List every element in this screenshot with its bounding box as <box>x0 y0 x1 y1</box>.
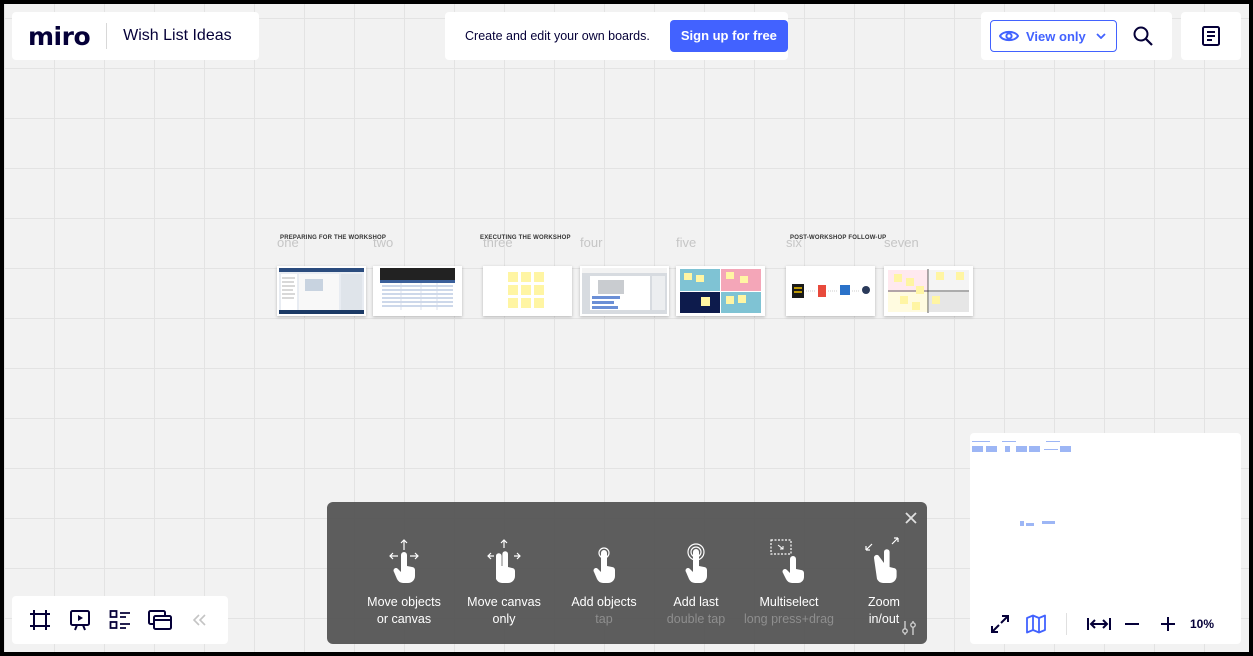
frame-name: seven <box>884 235 919 250</box>
frame-name: five <box>676 235 697 250</box>
view-only-label: View only <box>1026 28 1086 44</box>
minimap-frame <box>1046 441 1060 442</box>
frame-thumbnail[interactable] <box>786 266 875 316</box>
frame-thumbnail[interactable] <box>580 266 669 316</box>
collapse-toolbar-button[interactable] <box>180 614 220 626</box>
double-chevron-left-icon <box>193 614 206 626</box>
minimap-frame <box>986 446 997 452</box>
pinch-zoom-icon <box>865 537 899 583</box>
presentation-button[interactable] <box>60 609 100 631</box>
gesture-label: Zoom <box>868 595 900 609</box>
fit-to-screen-icon[interactable] <box>1087 616 1111 632</box>
minimap-frame <box>1029 446 1040 452</box>
miro-logo[interactable]: miro <box>28 22 91 51</box>
frame-name: two <box>373 235 394 250</box>
board-thumbnail <box>680 269 761 313</box>
double-tap-icon <box>685 543 707 583</box>
map-icon[interactable] <box>1026 614 1046 634</box>
signup-panel: Create and edit your own boards. Sign up… <box>445 12 788 60</box>
eye-icon <box>999 30 1019 42</box>
minimap-frame <box>1005 446 1010 452</box>
frame-name: one <box>277 235 299 250</box>
frame-name: three <box>483 235 513 250</box>
signup-text: Create and edit your own boards. <box>465 29 650 43</box>
minimap-frame <box>1044 449 1058 450</box>
minimap-frame <box>1060 446 1071 452</box>
minimap-viewport <box>1026 523 1034 526</box>
tap-icon <box>593 547 615 583</box>
gesture-label: in/out <box>868 612 900 626</box>
section-title: POST-WORKSHOP FOLLOW-UP <box>790 235 887 241</box>
board-title: Wish List Ideas <box>123 27 232 44</box>
view-only-button[interactable]: View only <box>990 20 1117 52</box>
frame-thumbnail[interactable] <box>277 266 366 316</box>
screenshot-thumbnail <box>380 268 455 312</box>
zoom-in-icon[interactable] <box>1160 616 1176 632</box>
flow-thumbnail <box>792 284 870 298</box>
gesture-hints-panel: Move objects or canvas Move canvas only … <box>327 502 927 644</box>
frame-name: six <box>786 235 802 250</box>
frame-name: four <box>580 235 603 250</box>
minimap-viewport <box>1020 521 1024 526</box>
view-panel: View only <box>981 12 1172 60</box>
screens-button[interactable] <box>140 609 180 631</box>
screenshot-thumbnail <box>279 268 364 314</box>
frame-thumbnail[interactable] <box>676 266 765 316</box>
minimap-frame <box>972 441 990 442</box>
minimap-frame <box>1002 441 1016 442</box>
screenshot-thumbnail <box>582 268 667 314</box>
zoom-out-icon[interactable] <box>1124 616 1140 632</box>
board-info-panel <box>1181 12 1241 60</box>
minimap-frame <box>1016 446 1027 452</box>
minimap[interactable]: 10% <box>970 433 1241 644</box>
zoom-level[interactable]: 10% <box>1190 617 1214 631</box>
two-finger-move-icon <box>487 539 521 583</box>
one-finger-move-icon <box>389 539 419 583</box>
bottom-toolbar <box>12 596 228 644</box>
frames-button[interactable] <box>20 609 60 631</box>
divider <box>1066 613 1067 635</box>
minimap-frame <box>972 446 983 452</box>
sticky-notes-thumbnail <box>508 272 544 308</box>
board-canvas[interactable]: miro Wish List Ideas Create and edit you… <box>4 4 1249 652</box>
frame-thumbnail[interactable] <box>373 266 462 316</box>
multiselect-icon <box>770 539 804 583</box>
outline-button[interactable] <box>100 609 140 631</box>
presentation-icon <box>70 610 90 631</box>
frame-thumbnail[interactable] <box>884 266 973 316</box>
chevron-down-icon <box>1096 33 1106 39</box>
screens-icon <box>148 610 172 630</box>
gesture-zoom: Zoom in/out <box>824 536 944 628</box>
minimap-toolbar: 10% <box>970 604 1241 644</box>
search-icon[interactable] <box>1133 26 1153 46</box>
signup-button[interactable]: Sign up for free <box>669 20 788 52</box>
minimap-viewport <box>1042 521 1055 524</box>
close-icon[interactable] <box>905 512 917 524</box>
divider <box>106 23 108 49</box>
document-list-icon[interactable] <box>1202 26 1220 46</box>
frame-thumbnail[interactable] <box>483 266 572 316</box>
frame-icon <box>30 610 50 630</box>
board-title-panel: miro Wish List Ideas <box>12 12 259 60</box>
matrix-thumbnail <box>888 269 969 313</box>
settings-sliders-icon[interactable] <box>901 620 917 636</box>
outline-icon <box>109 610 130 629</box>
fullscreen-icon[interactable] <box>990 614 1010 634</box>
